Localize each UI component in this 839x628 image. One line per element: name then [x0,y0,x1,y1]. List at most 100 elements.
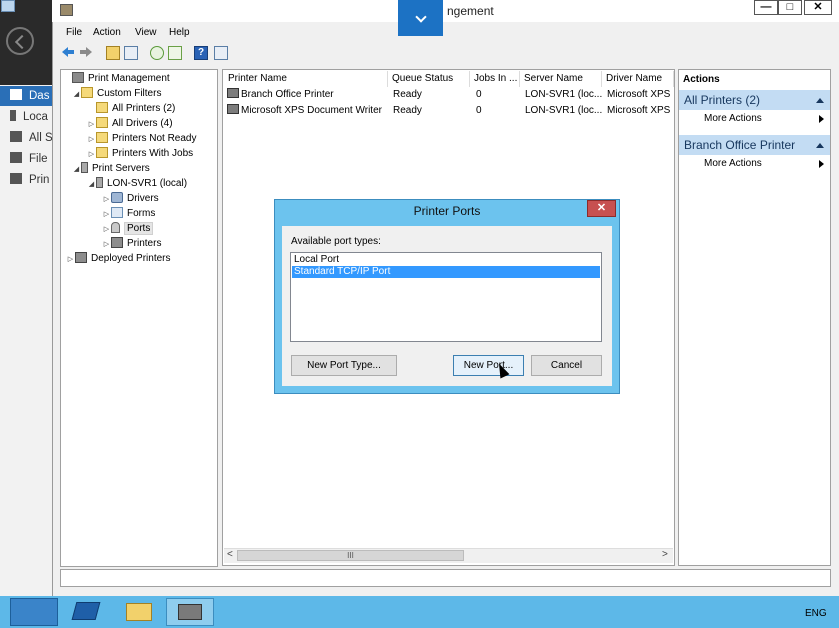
minimize-button[interactable]: — [754,0,778,15]
menu-view[interactable]: View [135,27,157,38]
scroll-left-button[interactable]: < [227,549,233,560]
scroll-right-button[interactable]: > [662,549,668,560]
more-actions-all-printers[interactable]: More Actions [704,113,762,124]
actions-section-all-printers[interactable]: All Printers (2) [679,90,830,110]
port-type-standard-tcp-ip[interactable]: Standard TCP/IP Port [292,266,600,278]
print-management-app-icon[interactable] [60,4,73,16]
expand-arrow-icon[interactable]: ▷ [102,207,111,222]
menu-file[interactable]: File [66,27,82,38]
table-row[interactable]: Branch Office Printer Ready 0 LON-SVR1 (… [225,87,674,102]
maximize-button[interactable]: □ [778,0,802,15]
more-actions-branch-office-printer[interactable]: More Actions [704,158,762,169]
printer-icon [227,88,239,98]
tree-item-label: LON-SVR1 (local) [107,178,188,189]
new-port-button[interactable]: New Port... [453,355,524,376]
port-type-local-port[interactable]: Local Port [292,254,600,266]
tree-deployed-printers[interactable]: ▷ Deployed Printers [66,251,170,266]
tree-drivers[interactable]: ▷ Drivers [102,191,159,206]
expand-arrow-icon[interactable]: ▷ [66,252,75,267]
print-management-icon [72,72,84,83]
printer-icon [178,604,202,620]
expand-arrow-icon[interactable]: ▷ [102,192,111,207]
tree-item-label: Custom Filters [97,88,162,99]
tree-custom-filters[interactable]: ◢ Custom Filters [72,86,161,101]
scrollbar-thumb[interactable]: III [237,550,464,561]
language-indicator[interactable]: ENG [805,608,827,619]
tree-forms[interactable]: ▷ Forms [102,206,155,221]
tree-item-label: All Printers (2) [112,103,176,114]
column-header-jobs-in-queue[interactable]: Jobs In ... [470,71,520,87]
expand-arrow-icon[interactable]: ▷ [87,132,96,147]
tree-print-servers[interactable]: ◢ Print Servers [72,161,150,176]
show-hide-tree-icon[interactable] [124,46,138,60]
close-button[interactable]: ✕ [804,0,832,15]
queue-status-cell: Ready [393,105,422,116]
export-list-icon[interactable] [168,46,182,60]
status-bar [60,569,831,587]
refresh-icon[interactable] [150,46,164,60]
dialog-close-button[interactable]: ✕ [587,200,616,217]
printer-icon [75,252,87,263]
tree-all-drivers[interactable]: ▷ All Drivers (4) [87,116,173,131]
tree-item-label: Print Management [88,73,170,84]
tree-print-management[interactable]: Print Management [63,71,170,86]
help-icon[interactable]: ? [194,46,208,60]
tree-printers-with-jobs[interactable]: ▷ Printers With Jobs [87,146,193,161]
powershell-taskbar-icon[interactable] [71,602,101,620]
expand-arrow-icon[interactable]: ▷ [102,237,111,252]
tree-printers-not-ready[interactable]: ▷ Printers Not Ready [87,131,196,146]
tree-all-printers[interactable]: All Printers (2) [87,101,175,116]
server-manager-icon [1,0,15,12]
server-icon [81,162,88,173]
expand-arrow-icon[interactable]: ▷ [102,222,111,237]
chevron-down-icon[interactable] [398,0,443,36]
expand-arrow-icon[interactable]: ▷ [87,117,96,132]
tree-item-label: Drivers [127,193,159,204]
menu-action[interactable]: Action [93,27,121,38]
tree-ports[interactable]: ▷ Ports [102,221,154,237]
tree-lon-svr1[interactable]: ◢ LON-SVR1 (local) [87,176,187,191]
server-icon [10,110,16,121]
column-header-printer-name[interactable]: Printer Name [224,71,388,87]
tree-item-label: All Drivers (4) [112,118,173,129]
column-header-driver-name[interactable]: Driver Name [602,71,674,87]
server-name-cell: LON-SVR1 (loc... [525,105,603,116]
collapse-arrow-icon[interactable]: ◢ [72,87,81,102]
menu-help[interactable]: Help [169,27,190,38]
tree-item-label: Printers [127,238,162,249]
jobs-cell: 0 [476,105,482,116]
collapse-arrow-icon[interactable]: ◢ [87,177,96,192]
up-folder-icon[interactable] [106,46,120,60]
collapse-icon[interactable] [816,143,824,148]
column-header-server-name[interactable]: Server Name [520,71,602,87]
tree-item-label: Forms [127,208,156,219]
bg-nav-local[interactable]: Loca [0,107,52,127]
table-row[interactable]: Microsoft XPS Document Writer Ready 0 LO… [225,103,674,118]
bg-nav-file[interactable]: File [0,149,52,169]
bg-nav-dashboard[interactable]: Das [0,86,52,106]
bg-nav-print[interactable]: Prin [0,170,52,190]
printer-icon [111,237,123,248]
actions-section-branch-office-printer[interactable]: Branch Office Printer [679,135,830,155]
dashboard-icon [10,89,22,100]
server-icon [96,177,103,188]
bg-nav-all-servers[interactable]: All S [0,128,52,148]
column-header-queue-status[interactable]: Queue Status [388,71,470,87]
drivers-icon [111,192,123,203]
new-port-type-button[interactable]: New Port Type... [291,355,397,376]
submenu-arrow-icon [819,115,824,123]
printer-name-cell: Branch Office Printer [227,87,387,102]
cancel-button[interactable]: Cancel [531,355,602,376]
collapse-icon[interactable] [816,98,824,103]
filter-icon [96,147,108,158]
show-hide-action-pane-icon[interactable] [214,46,228,60]
tree-item-label: Printers With Jobs [112,148,194,159]
server-manager-taskbar-icon[interactable] [10,598,58,626]
file-services-icon [10,152,22,163]
file-explorer-taskbar-icon[interactable] [126,603,152,621]
back-arrow-icon[interactable] [6,27,34,55]
expand-arrow-icon[interactable]: ▷ [87,147,96,162]
collapse-arrow-icon[interactable]: ◢ [72,162,81,177]
driver-name-cell: Microsoft XPS C [607,89,673,100]
tree-printers[interactable]: ▷ Printers [102,236,161,251]
